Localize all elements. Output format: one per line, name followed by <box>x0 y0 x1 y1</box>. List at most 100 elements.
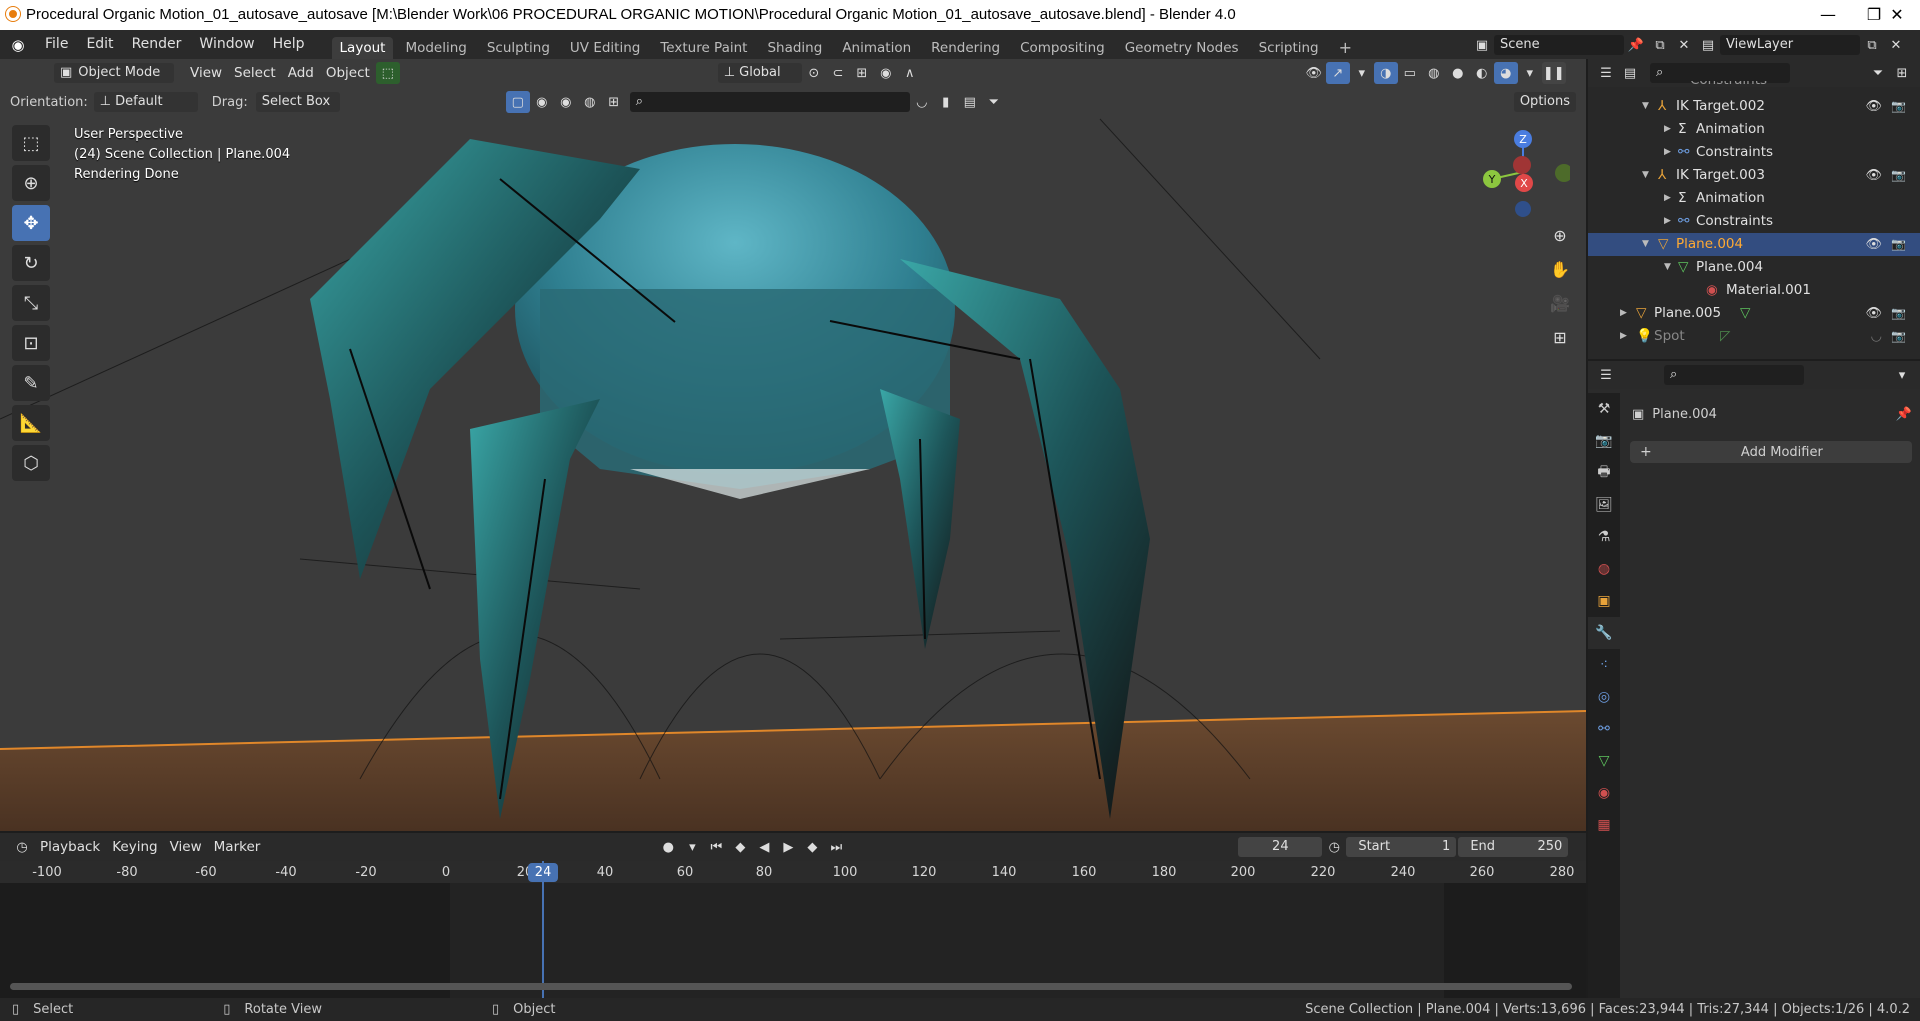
properties-search-input[interactable]: ⌕ <box>1664 365 1804 385</box>
eye-icon[interactable]: 👁 <box>1865 164 1882 187</box>
new-scene-icon[interactable]: ⧉ <box>1648 34 1672 56</box>
tab-rendering[interactable]: Rendering <box>923 37 1008 59</box>
eye-icon[interactable]: 👁 <box>1865 233 1882 256</box>
outliner-search-input[interactable]: ⌕ <box>1650 63 1790 83</box>
bookmark-icon[interactable]: ▮ <box>934 91 958 113</box>
visibility-icon[interactable]: 👁 <box>1302 62 1326 84</box>
collection-visibility-icon[interactable]: ⬚ <box>375 62 400 84</box>
texture-tab-icon[interactable]: ▦ <box>1588 809 1620 841</box>
view-layer-tab-icon[interactable]: 🖼 <box>1588 489 1620 521</box>
menu-window[interactable]: Window <box>190 30 263 59</box>
expand-icon[interactable]: ▶ <box>1664 210 1671 233</box>
mode-selector[interactable]: ▣ Object Mode <box>54 63 174 83</box>
menu-file[interactable]: File <box>36 30 77 59</box>
end-frame-field[interactable]: End 250 <box>1458 837 1569 857</box>
3d-viewport[interactable]: ▣ Object Mode View Select Add Object ⬚ ⊥… <box>0 59 1586 831</box>
playhead-line[interactable] <box>542 861 544 998</box>
add-workspace-icon[interactable]: + <box>1331 37 1360 59</box>
select-box-tool-icon[interactable]: ⬚ <box>12 125 50 161</box>
outliner-row-animation[interactable]: ▶ ⵉ Animation <box>1588 187 1920 210</box>
physics-tab-icon[interactable]: ◎ <box>1588 681 1620 713</box>
expand-icon[interactable]: ▼ <box>1664 256 1671 279</box>
outliner-row-constraints[interactable]: ▶ ⚯ Constraints <box>1588 141 1920 164</box>
expand-icon[interactable]: ▶ <box>1620 302 1627 325</box>
object-tab-icon[interactable]: ▣ <box>1588 585 1620 617</box>
outliner-row-mesh-data[interactable]: ▼ ▽ Plane.004 <box>1588 256 1920 279</box>
next-keyframe-icon[interactable]: ◆ <box>800 836 824 858</box>
filter-camera-icon[interactable]: ⊞ <box>602 91 626 113</box>
tab-animation[interactable]: Animation <box>834 37 919 59</box>
menu-add[interactable]: Add <box>282 62 320 84</box>
view-layer-icon[interactable]: ▤ <box>1696 34 1720 56</box>
pin-icon[interactable]: 📌 <box>1896 407 1912 422</box>
outliner-row-plane-004[interactable]: ▼ ▽ Plane.004 👁 📷 <box>1588 233 1920 256</box>
snap-target-icon[interactable]: ⊞ <box>850 62 874 84</box>
new-view-layer-icon[interactable]: ⧉ <box>1860 34 1884 56</box>
close-button[interactable]: ✕ <box>1874 0 1920 30</box>
menu-object[interactable]: Object <box>320 62 376 84</box>
menu-select[interactable]: Select <box>228 62 282 84</box>
zoom-icon[interactable]: ⊕ <box>1546 221 1574 249</box>
filter-mesh-icon[interactable]: ◉ <box>530 91 554 113</box>
delete-scene-icon[interactable]: ✕ <box>1672 34 1696 56</box>
measure-tool-icon[interactable]: 📐 <box>12 405 50 441</box>
outliner-row-ik-target-003[interactable]: ▼ ⅄ IK Target.003 👁 📷 <box>1588 164 1920 187</box>
outliner-row-material[interactable]: ◉ Material.001 <box>1588 279 1920 302</box>
expand-icon[interactable]: ▼ <box>1642 95 1649 118</box>
cursor-tool-icon[interactable]: ⊕ <box>12 165 50 201</box>
options-dropdown[interactable]: Options <box>1513 92 1576 112</box>
drag-dropdown[interactable]: Select Box <box>255 92 340 112</box>
add-modifier-button[interactable]: + Add Modifier <box>1630 441 1912 463</box>
camera-icon[interactable]: 📷 <box>1891 233 1906 256</box>
scale-tool-icon[interactable]: ⤡ <box>12 285 50 321</box>
outliner-row-ik-target-002[interactable]: ▼ ⅄ IK Target.002 👁 📷 <box>1588 95 1920 118</box>
camera-icon[interactable]: 📷 <box>1891 325 1906 348</box>
camera-icon[interactable]: 📷 <box>1891 164 1906 187</box>
filter-world-icon[interactable]: ◍ <box>578 91 602 113</box>
rotate-tool-icon[interactable]: ↻ <box>12 245 50 281</box>
overlays-toggle-icon[interactable]: ◑ <box>1373 62 1398 84</box>
navigation-gizmo[interactable]: Z Y X <box>1476 127 1570 217</box>
viewport-search-input[interactable]: ⌕ <box>629 92 910 112</box>
proportional-edit-icon[interactable]: ◉ <box>874 62 898 84</box>
camera-view-icon[interactable]: 🎥 <box>1546 289 1574 317</box>
modifier-tab-icon[interactable]: 🔧 <box>1588 617 1620 649</box>
expand-icon[interactable]: ▶ <box>1620 325 1627 348</box>
falloff-icon[interactable]: ∧ <box>898 62 922 84</box>
orientation-dropdown[interactable]: ⊥ Default <box>93 92 198 112</box>
ortho-grid-icon[interactable]: ⊞ <box>1546 323 1574 351</box>
eye-icon[interactable]: 👁 <box>1865 95 1882 118</box>
scene-icon[interactable]: ▣ <box>1470 34 1494 56</box>
timeline-scrollbar[interactable] <box>10 983 1572 990</box>
material-shading-icon[interactable]: ◐ <box>1470 62 1494 84</box>
viewport-scene[interactable] <box>0 59 1586 831</box>
timeline-body[interactable] <box>0 861 1586 998</box>
expand-icon[interactable]: ▼ <box>1642 233 1649 256</box>
tab-geometry-nodes[interactable]: Geometry Nodes <box>1117 37 1247 59</box>
eye-closed-icon[interactable]: ◡ <box>1871 325 1882 348</box>
annotate-tool-icon[interactable]: ✎ <box>12 365 50 401</box>
gizmo-dropdown-icon[interactable]: ▾ <box>1350 62 1374 84</box>
constraints-tab-icon[interactable]: ⚯ <box>1588 713 1620 745</box>
scene-tab-icon[interactable]: ⚗ <box>1588 521 1620 553</box>
blender-menu-icon[interactable]: ◉ <box>0 36 36 54</box>
play-icon[interactable]: ▶ <box>776 836 800 858</box>
select-mode-icon[interactable]: ▢ <box>505 91 530 113</box>
preview-range-icon[interactable]: ◷ <box>1322 836 1346 858</box>
play-reverse-icon[interactable]: ◀ <box>752 836 776 858</box>
outliner-row[interactable]: Constraints <box>1588 81 1920 93</box>
tab-shading[interactable]: Shading <box>759 37 830 59</box>
record-icon[interactable]: ● <box>656 836 680 858</box>
tab-sculpting[interactable]: Sculpting <box>479 37 558 59</box>
outliner-row-animation[interactable]: ▶ ⵉ Animation <box>1588 118 1920 141</box>
menu-help[interactable]: Help <box>264 30 314 59</box>
expand-icon[interactable]: ▶ <box>1664 187 1671 210</box>
tab-layout[interactable]: Layout <box>331 37 394 59</box>
outliner-row-constraints[interactable]: ▶ ⚯ Constraints <box>1588 210 1920 233</box>
gizmo-toggle-icon[interactable]: ↗ <box>1325 62 1350 84</box>
add-cube-tool-icon[interactable]: ⬡ <box>12 445 50 481</box>
layout-icon[interactable]: ▤ <box>958 91 982 113</box>
move-tool-icon[interactable]: ✥ <box>12 205 50 241</box>
wireframe-shading-icon[interactable]: ◍ <box>1422 62 1446 84</box>
tab-uv-editing[interactable]: UV Editing <box>562 37 648 59</box>
